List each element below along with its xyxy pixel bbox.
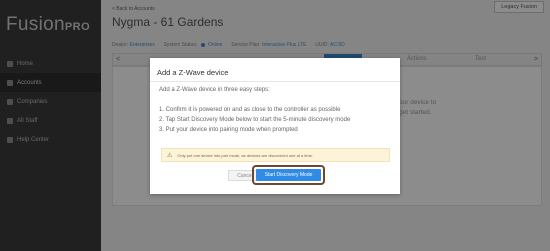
modal-title: Add a Z-Wave device [157,68,229,77]
warning-icon: ⚠ [167,152,173,159]
step-3: 3. Put your device into pairing mode whe… [159,127,298,133]
add-zwave-device-modal: Add a Z-Wave device Add a Z-Wave device … [150,58,400,194]
step-2: 2. Tap Start Discovery Mode below to sta… [159,117,351,123]
start-discovery-mode-button[interactable]: Start Discovery Mode [256,169,321,181]
modal-steps: 1. Confirm it is powered on and as close… [159,105,350,135]
step-1: 1. Confirm it is powered on and as close… [159,107,341,113]
modal-divider [150,81,400,82]
warning-text: Only put one device into pair mode, as d… [177,152,314,158]
warning-banner: ⚠ Only put one device into pair mode, as… [161,148,390,162]
modal-intro: Add a Z-Wave device in three easy steps: [159,87,270,93]
